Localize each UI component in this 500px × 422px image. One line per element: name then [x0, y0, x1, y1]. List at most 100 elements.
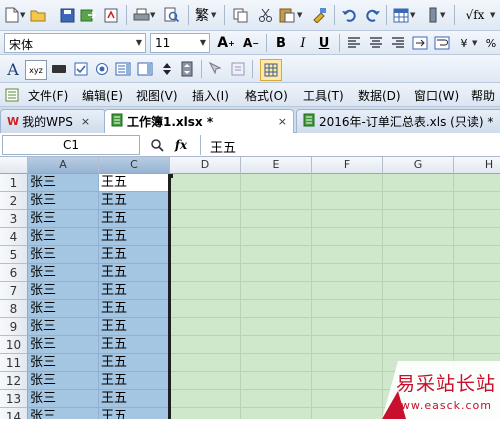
view-code-icon[interactable] [229, 60, 247, 78]
empty-cell[interactable] [312, 282, 383, 300]
empty-cell[interactable] [312, 336, 383, 354]
menu-help[interactable]: 帮助 [471, 87, 495, 104]
empty-cell[interactable] [241, 300, 312, 318]
empty-cell[interactable] [241, 264, 312, 282]
empty-cell[interactable] [383, 264, 454, 282]
cell-c[interactable]: 王五 [99, 192, 170, 210]
zoom-cell-icon[interactable] [148, 136, 166, 154]
fill-handle[interactable] [168, 174, 173, 178]
radio-icon[interactable] [93, 60, 111, 78]
text-tool-icon[interactable]: A [4, 60, 22, 79]
merge-center-icon[interactable] [411, 34, 429, 52]
row-header[interactable]: 5 [0, 246, 28, 264]
column-header-f[interactable]: F [312, 157, 383, 174]
empty-cell[interactable] [383, 210, 454, 228]
empty-cell[interactable] [454, 246, 500, 264]
scrollbar-control-icon[interactable] [178, 60, 196, 78]
cell-a[interactable]: 张三 [28, 408, 99, 419]
empty-cell[interactable] [312, 354, 383, 372]
cell-c[interactable]: 王五 [99, 300, 170, 318]
cell-a[interactable]: 张三 [28, 300, 99, 318]
percent-icon[interactable]: % [482, 34, 500, 52]
empty-cell[interactable] [170, 228, 241, 246]
empty-cell[interactable] [454, 318, 500, 336]
chevron-down-icon[interactable]: ▼ [410, 11, 415, 19]
empty-cell[interactable] [170, 246, 241, 264]
underline-button[interactable]: U [315, 34, 333, 52]
format-painter-icon[interactable] [310, 6, 328, 24]
cell-a[interactable]: 张三 [28, 228, 99, 246]
empty-cell[interactable] [241, 246, 312, 264]
empty-cell[interactable] [383, 336, 454, 354]
copy-icon[interactable] [231, 6, 249, 24]
listbox-icon[interactable] [114, 60, 132, 78]
empty-cell[interactable] [312, 408, 383, 419]
empty-cell[interactable] [241, 228, 312, 246]
tab-order-summary[interactable]: 2016年-订单汇总表.xls (只读) * [296, 109, 500, 133]
chevron-down-icon[interactable]: ▼ [297, 11, 302, 19]
insert-function-button[interactable]: fx [172, 136, 190, 154]
row-header[interactable]: 2 [0, 192, 28, 210]
cell-a[interactable]: 张三 [28, 264, 99, 282]
bold-button[interactable]: B [272, 34, 290, 52]
row-header[interactable]: 3 [0, 210, 28, 228]
column-header-a[interactable]: A [28, 157, 99, 174]
row-header[interactable]: 8 [0, 300, 28, 318]
cell-a[interactable]: 张三 [28, 318, 99, 336]
currency-icon[interactable]: ¥ [455, 34, 473, 52]
increase-font-icon[interactable]: A + [217, 34, 235, 52]
empty-cell[interactable] [383, 228, 454, 246]
empty-cell[interactable] [170, 408, 241, 419]
redo-icon[interactable] [364, 6, 382, 24]
row-header[interactable]: 12 [0, 372, 28, 390]
empty-cell[interactable] [170, 336, 241, 354]
cell-c[interactable]: 王五 [99, 336, 170, 354]
empty-cell[interactable] [312, 300, 383, 318]
empty-cell[interactable] [170, 390, 241, 408]
tab-workbook1[interactable]: 工作簿1.xlsx * × [104, 109, 294, 133]
decrease-font-icon[interactable]: A − [242, 34, 260, 52]
new-doc-icon[interactable] [3, 6, 21, 24]
empty-cell[interactable] [170, 174, 241, 192]
empty-cell[interactable] [454, 192, 500, 210]
empty-cell[interactable] [454, 228, 500, 246]
empty-cell[interactable] [454, 282, 500, 300]
spinner-icon[interactable] [158, 60, 176, 78]
cell-c[interactable]: 王五 [99, 390, 170, 408]
chevron-down-icon[interactable]: ▼ [211, 11, 216, 19]
align-center-icon[interactable] [367, 34, 385, 52]
print-icon[interactable] [132, 6, 150, 24]
empty-cell[interactable] [241, 408, 312, 419]
cell-c[interactable]: 王五 [99, 246, 170, 264]
column-header-c[interactable]: C [99, 157, 170, 174]
close-icon[interactable]: × [81, 115, 90, 128]
cell-c[interactable]: 王五 [99, 282, 170, 300]
empty-cell[interactable] [312, 390, 383, 408]
column-header-h[interactable]: H [454, 157, 500, 174]
checkbox-icon[interactable] [72, 60, 90, 78]
empty-cell[interactable] [312, 210, 383, 228]
textbox-icon[interactable]: xyz [25, 60, 47, 80]
cell-a[interactable]: 张三 [28, 192, 99, 210]
cell-c[interactable]: 王五 [99, 228, 170, 246]
cell-c[interactable]: 王五 [99, 264, 170, 282]
row-header[interactable]: 14 [0, 408, 28, 419]
control-properties-icon[interactable] [207, 60, 225, 78]
menu-insert[interactable]: 插入(I) [192, 87, 229, 104]
empty-cell[interactable] [241, 372, 312, 390]
chevron-down-icon[interactable]: ▼ [472, 39, 477, 47]
empty-cell[interactable] [383, 192, 454, 210]
column-header-d[interactable]: D [170, 157, 241, 174]
chevron-down-icon[interactable]: ▼ [20, 11, 25, 19]
cell-a[interactable]: 张三 [28, 390, 99, 408]
empty-cell[interactable] [170, 354, 241, 372]
formula-input[interactable]: 王五 [210, 137, 236, 156]
cell-c[interactable]: 王五 [99, 210, 170, 228]
cell-a[interactable]: 张三 [28, 354, 99, 372]
cell-a[interactable]: 张三 [28, 336, 99, 354]
print-preview-icon[interactable] [163, 6, 181, 24]
empty-cell[interactable] [170, 264, 241, 282]
column-header-e[interactable]: E [241, 157, 312, 174]
empty-cell[interactable] [312, 264, 383, 282]
empty-cell[interactable] [454, 210, 500, 228]
